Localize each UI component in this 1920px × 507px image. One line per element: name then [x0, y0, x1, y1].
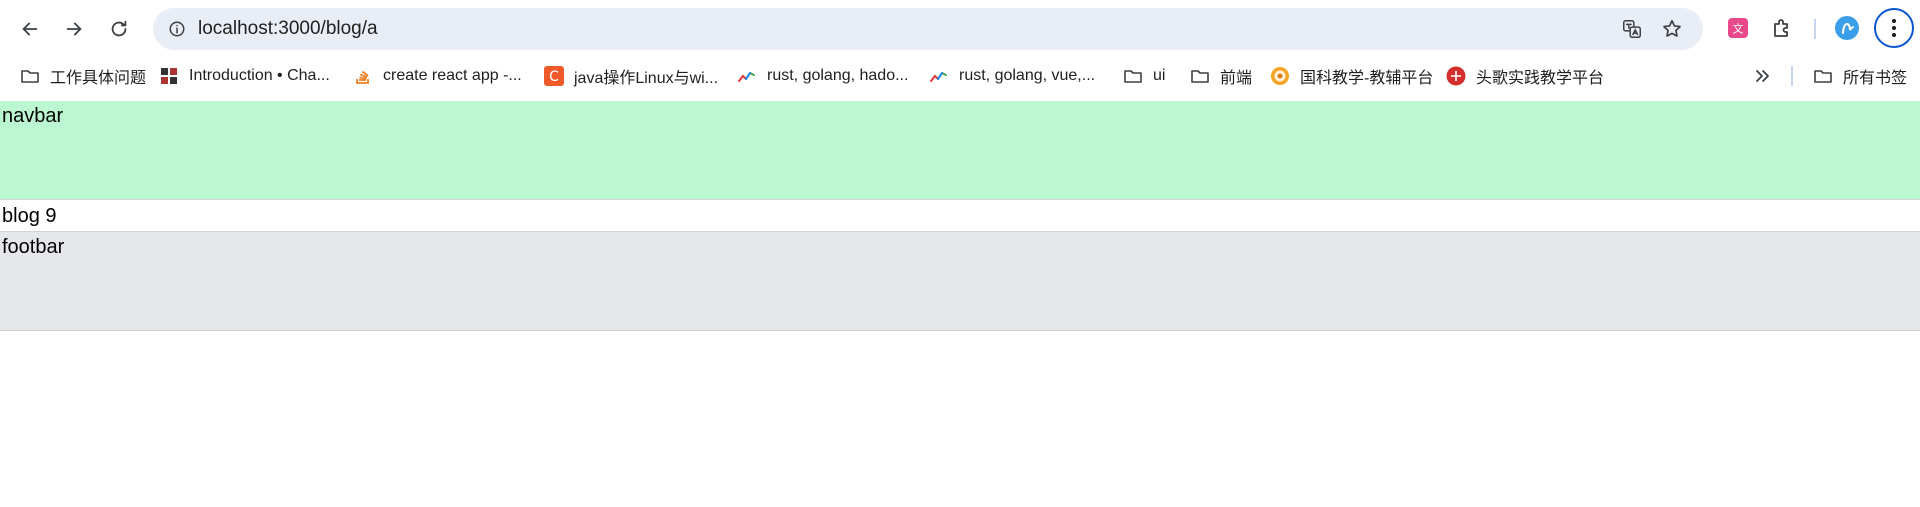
info-icon — [169, 21, 185, 37]
bookmark-touge[interactable]: 头歌实践教学平台 — [1446, 57, 1604, 95]
school-favicon-icon — [1270, 66, 1290, 86]
arrow-left-icon — [22, 22, 38, 36]
bookmarks-overflow-button[interactable] — [1752, 57, 1782, 95]
profile-avatar[interactable] — [1833, 14, 1861, 42]
browser-toolbar: localhost:3000/blog/a 文 — [0, 0, 1920, 57]
reload-button[interactable] — [101, 11, 137, 47]
bookmark-label: ui — [1153, 67, 1166, 84]
folder-icon — [1123, 66, 1143, 86]
bookmark-rust-golang-vue[interactable]: rust, golang, vue,... — [929, 57, 1095, 95]
bookmark-rust-golang-hado[interactable]: rust, golang, hado... — [737, 57, 908, 95]
trend-favicon-icon — [737, 66, 757, 86]
all-bookmarks-label: 所有书签 — [1843, 70, 1908, 87]
bookmark-star-button[interactable] — [1658, 15, 1686, 43]
footbar: footbar — [0, 231, 1920, 331]
folder-icon — [1813, 66, 1833, 86]
bookmark-introduction[interactable]: Introduction • Cha... — [159, 57, 330, 95]
kebab-menu-icon — [1892, 19, 1896, 37]
c-favicon-icon: C — [544, 66, 564, 86]
bookmark-label: 国科教学-教辅平台 — [1300, 70, 1434, 87]
navbar-text: navbar — [2, 105, 64, 127]
puzzle-icon — [1774, 19, 1788, 37]
bookmark-label: rust, golang, hado... — [767, 67, 909, 84]
bookmarks-bar: 工作具体问题 Introduction • Cha... create reac… — [0, 57, 1920, 101]
translate-extension-button[interactable]: 文 — [1724, 14, 1752, 42]
bookmark-label: create react app -... — [383, 67, 522, 84]
svg-text:文: 文 — [1733, 22, 1744, 36]
avatar-icon — [1835, 16, 1859, 40]
double-chevron-icon — [1752, 66, 1772, 86]
stackoverflow-favicon-icon — [353, 66, 373, 86]
back-button[interactable] — [12, 11, 48, 47]
bookmark-folder-frontend[interactable]: 前端 — [1190, 57, 1252, 95]
bookmark-label: 头歌实践教学平台 — [1476, 70, 1605, 87]
navbar: navbar — [0, 101, 1920, 200]
trend-favicon-icon — [929, 66, 949, 86]
bookmark-create-react-app[interactable]: create react app -... — [353, 57, 522, 95]
address-bar[interactable]: localhost:3000/blog/a — [153, 8, 1703, 50]
folder-icon — [20, 66, 40, 86]
bookmark-folder-work[interactable]: 工作具体问题 — [20, 57, 146, 95]
bookmarks-divider — [1791, 66, 1793, 86]
bookmark-label: java操作Linux与wi... — [574, 70, 719, 87]
svg-text:C: C — [549, 69, 559, 85]
translate-icon — [1623, 20, 1641, 38]
site-info-button[interactable] — [163, 15, 191, 43]
grid-favicon-icon — [159, 66, 179, 86]
touge-favicon-icon — [1446, 66, 1466, 86]
url-text[interactable]: localhost:3000/blog/a — [198, 8, 378, 50]
translate-button[interactable] — [1618, 15, 1646, 43]
arrow-right-icon — [66, 22, 82, 36]
all-bookmarks-button[interactable]: 所有书签 — [1813, 57, 1907, 95]
star-icon — [1663, 19, 1681, 37]
folder-icon — [1190, 66, 1210, 86]
bookmark-java-linux[interactable]: C java操作Linux与wi... — [544, 57, 718, 95]
forward-button[interactable] — [56, 11, 92, 47]
footbar-text: footbar — [2, 236, 65, 258]
bookmark-folder-ui[interactable]: ui — [1123, 57, 1165, 95]
bookmark-label: 工作具体问题 — [50, 70, 147, 87]
bookmark-label: 前端 — [1220, 70, 1253, 87]
toolbar-divider — [1814, 19, 1816, 39]
bookmark-label: rust, golang, vue,... — [959, 67, 1096, 84]
translate-extension-icon: 文 — [1728, 18, 1748, 38]
bookmark-guoke[interactable]: 国科教学-教辅平台 — [1270, 57, 1433, 95]
bookmark-label: Introduction • Cha... — [189, 67, 330, 84]
page-content: navbar blog 9 footbar — [0, 101, 1920, 507]
browser-menu-button[interactable] — [1874, 8, 1914, 48]
blog-text: blog 9 — [2, 205, 57, 227]
extensions-button[interactable] — [1768, 14, 1796, 42]
reload-icon — [111, 20, 127, 37]
blog-content: blog 9 — [0, 200, 1920, 231]
